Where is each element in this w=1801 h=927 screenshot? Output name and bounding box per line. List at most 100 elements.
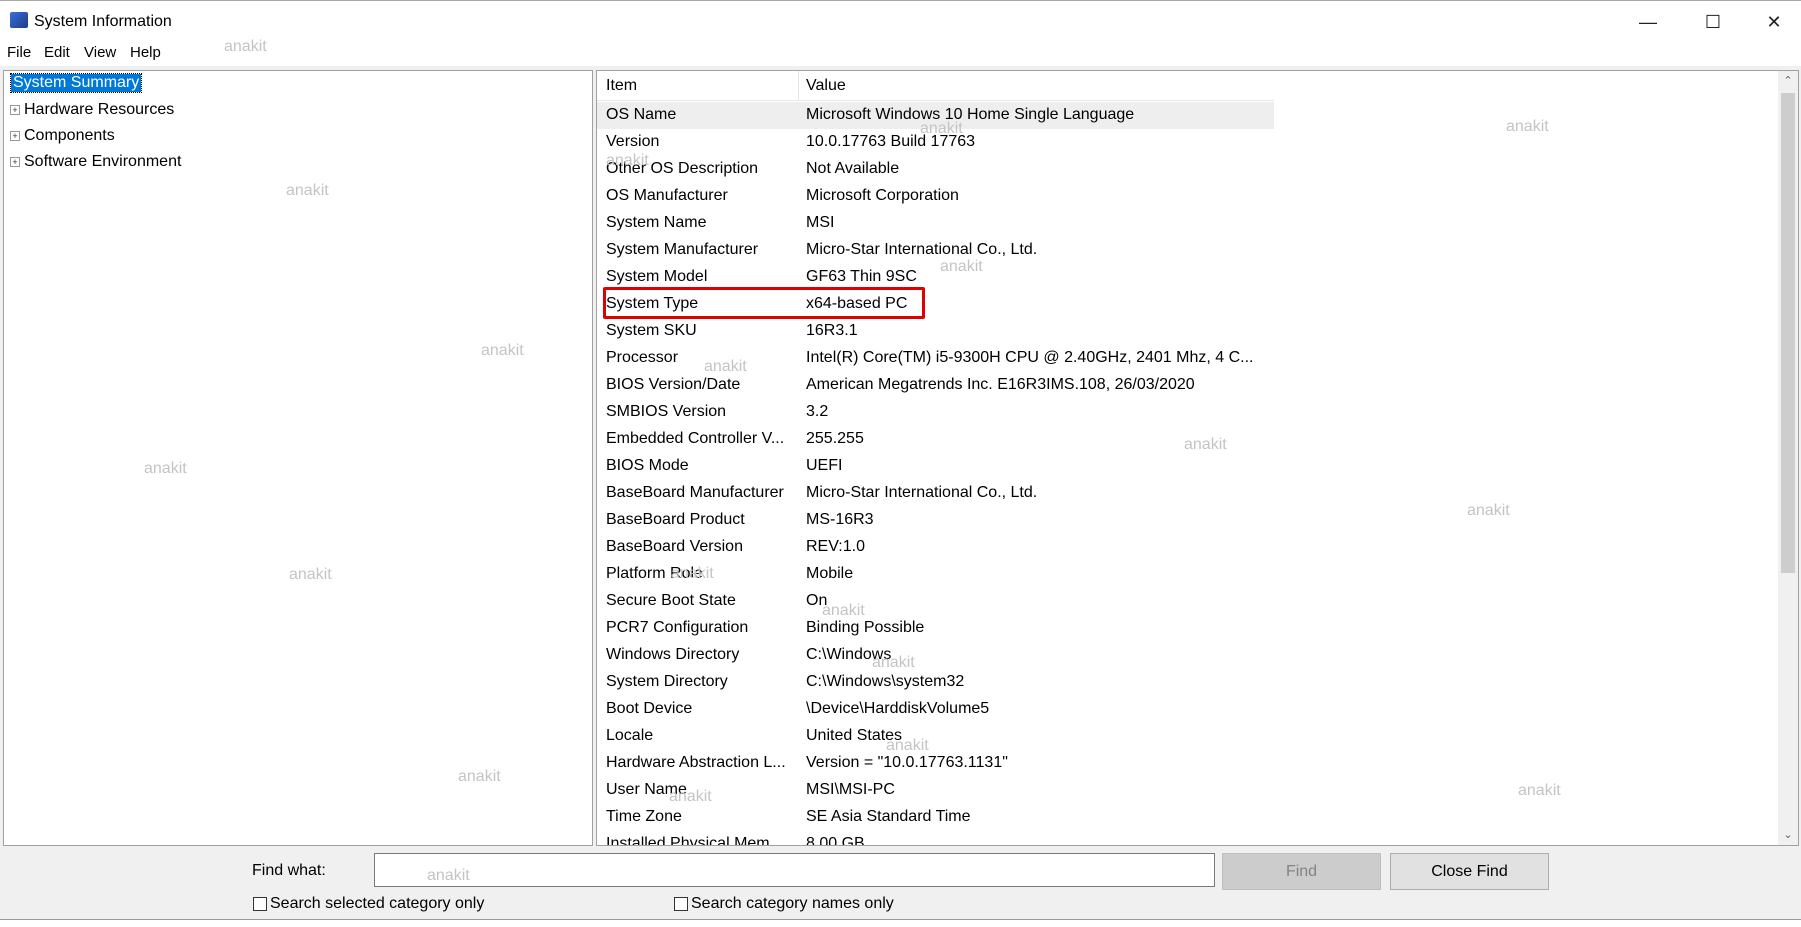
find-button[interactable]: Find <box>1222 853 1381 890</box>
item-cell: Windows Directory <box>606 646 740 663</box>
scroll-down-icon[interactable]: ⌄ <box>1778 825 1798 845</box>
table-row[interactable]: Hardware Abstraction L... Version = "10.0… <box>597 750 1274 777</box>
expand-icon[interactable]: + <box>10 157 20 167</box>
tree-label: Hardware Resources <box>24 101 175 118</box>
table-row[interactable]: User Name MSI\MSI-PC <box>597 777 1274 804</box>
value-cell: Intel(R) Core(TM) i5-9300H CPU @ 2.40GHz… <box>806 349 1254 366</box>
table-row[interactable]: BaseBoard Manufacturer Micro-Star Interna… <box>597 480 1274 507</box>
item-cell: Other OS Description <box>606 160 759 177</box>
checkbox-label: Search category names only <box>691 895 894 912</box>
table-header: Item Value <box>597 71 1274 101</box>
table-row[interactable]: Embedded Controller V... 255.255 <box>597 426 1274 453</box>
table-row[interactable]: SMBIOS Version 3.2 <box>597 399 1274 426</box>
table-row[interactable]: Version 10.0.17763 Build 17763 <box>597 129 1274 156</box>
expand-icon[interactable]: + <box>10 131 20 141</box>
tree-item-software-environment[interactable]: + Software Environment <box>10 153 181 171</box>
item-cell: Version <box>606 133 660 150</box>
table-row[interactable]: Installed Physical Mem... 8.00 GB <box>597 831 1274 846</box>
value-cell: MSI <box>806 214 835 231</box>
menu-bar: File Edit View Help <box>0 42 1801 66</box>
table-row[interactable]: Time Zone SE Asia Standard Time <box>597 804 1274 831</box>
column-header-value[interactable]: Value <box>806 77 846 95</box>
table-row[interactable]: Other OS Description Not Available <box>597 156 1274 183</box>
table-row[interactable]: Locale United States <box>597 723 1274 750</box>
value-cell: \Device\HarddiskVolume5 <box>806 700 990 717</box>
item-cell: BaseBoard Product <box>606 511 745 528</box>
item-cell: Hardware Abstraction L... <box>606 754 786 771</box>
tree-item-components[interactable]: + Components <box>10 127 115 145</box>
column-header-item[interactable]: Item <box>606 77 637 95</box>
item-cell: Locale <box>606 727 654 744</box>
item-cell: System Directory <box>606 673 728 690</box>
item-cell: User Name <box>606 781 687 798</box>
table-row[interactable]: Boot Device \Device\HarddiskVolume5 <box>597 696 1274 723</box>
table-row[interactable]: Platform Role Mobile <box>597 561 1274 588</box>
window-title: System Information <box>34 13 172 30</box>
value-cell: UEFI <box>806 457 843 474</box>
vertical-scrollbar[interactable]: ⌃ ⌄ <box>1778 71 1798 845</box>
item-cell: Processor <box>606 349 679 366</box>
category-tree: System Summary + Hardware Resources + Comp… <box>3 70 593 846</box>
item-cell: Time Zone <box>606 808 682 825</box>
find-input[interactable] <box>374 853 1215 887</box>
value-cell: 3.2 <box>806 403 829 420</box>
value-cell: C:\Windows\system32 <box>806 673 965 690</box>
system-information-icon <box>10 12 28 28</box>
background-page-strip <box>0 919 1801 927</box>
value-cell: 10.0.17763 Build 17763 <box>806 133 976 150</box>
item-cell: BIOS Version/Date <box>606 376 741 393</box>
item-cell: PCR7 Configuration <box>606 619 749 636</box>
find-label: Find what: <box>252 862 326 879</box>
details-table: Item Value OS Name Microsoft Windows 10 H… <box>596 70 1799 846</box>
table-row[interactable]: System Name MSI <box>597 210 1274 237</box>
value-cell: On <box>806 592 828 609</box>
value-cell: REV:1.0 <box>806 538 865 555</box>
table-row[interactable]: Windows Directory C:\Windows <box>597 642 1274 669</box>
item-cell: System Model <box>606 268 708 285</box>
table-row[interactable]: System Manufacturer Micro-Star Internatio… <box>597 237 1274 264</box>
table-row[interactable]: System SKU 16R3.1 <box>597 318 1274 345</box>
table-row[interactable]: System Directory C:\Windows\system32 <box>597 669 1274 696</box>
tree-label: Components <box>24 127 115 144</box>
value-cell: Micro-Star International Co., Ltd. <box>806 484 1038 501</box>
value-cell: United States <box>806 727 903 744</box>
menu-file[interactable]: File <box>7 44 31 61</box>
title-bar: System Information — ☐ ✕ <box>0 0 1801 42</box>
menu-edit[interactable]: Edit <box>44 44 70 61</box>
table-row[interactable]: BIOS Version/Date American Megatrends Inc… <box>597 372 1274 399</box>
table-row[interactable]: BaseBoard Product MS-16R3 <box>597 507 1274 534</box>
search-category-names-checkbox[interactable]: Search category names only <box>674 895 894 913</box>
value-cell: Not Available <box>806 160 900 177</box>
column-divider[interactable] <box>798 71 799 101</box>
value-cell: SE Asia Standard Time <box>806 808 971 825</box>
value-cell: 16R3.1 <box>806 322 858 339</box>
maximize-button[interactable]: ☐ <box>1687 1 1739 43</box>
close-button[interactable]: ✕ <box>1748 1 1800 43</box>
tree-item-system-summary[interactable]: System Summary <box>9 73 143 93</box>
value-cell: Micro-Star International Co., Ltd. <box>806 241 1038 258</box>
scrollbar-thumb[interactable] <box>1781 93 1795 573</box>
tree-item-hardware-resources[interactable]: + Hardware Resources <box>10 101 174 119</box>
table-row[interactable]: PCR7 Configuration Binding Possible <box>597 615 1274 642</box>
table-row[interactable]: OS Name Microsoft Windows 10 Home Single … <box>597 102 1274 129</box>
value-cell: 255.255 <box>806 430 864 447</box>
value-cell: Version = "10.0.17763.1131" <box>806 754 1008 771</box>
search-selected-category-checkbox[interactable]: Search selected category only <box>253 895 484 913</box>
checkbox-box[interactable] <box>253 897 267 911</box>
table-row[interactable]: BaseBoard Version REV:1.0 <box>597 534 1274 561</box>
item-cell: Platform Role <box>606 565 703 582</box>
table-row[interactable]: Secure Boot State On <box>597 588 1274 615</box>
table-row[interactable]: OS Manufacturer Microsoft Corporation <box>597 183 1274 210</box>
item-cell: SMBIOS Version <box>606 403 727 420</box>
table-row[interactable]: Processor Intel(R) Core(TM) i5-9300H CPU … <box>597 345 1274 372</box>
close-find-button[interactable]: Close Find <box>1390 853 1549 890</box>
menu-view[interactable]: View <box>84 44 116 61</box>
table-row[interactable]: BIOS Mode UEFI <box>597 453 1274 480</box>
scroll-up-icon[interactable]: ⌃ <box>1778 71 1798 91</box>
minimize-button[interactable]: — <box>1622 1 1674 43</box>
checkbox-box[interactable] <box>674 897 688 911</box>
menu-help[interactable]: Help <box>130 44 161 61</box>
item-cell: Installed Physical Mem... <box>606 835 783 846</box>
value-cell: GF63 Thin 9SC <box>806 268 917 285</box>
expand-icon[interactable]: + <box>10 105 20 115</box>
